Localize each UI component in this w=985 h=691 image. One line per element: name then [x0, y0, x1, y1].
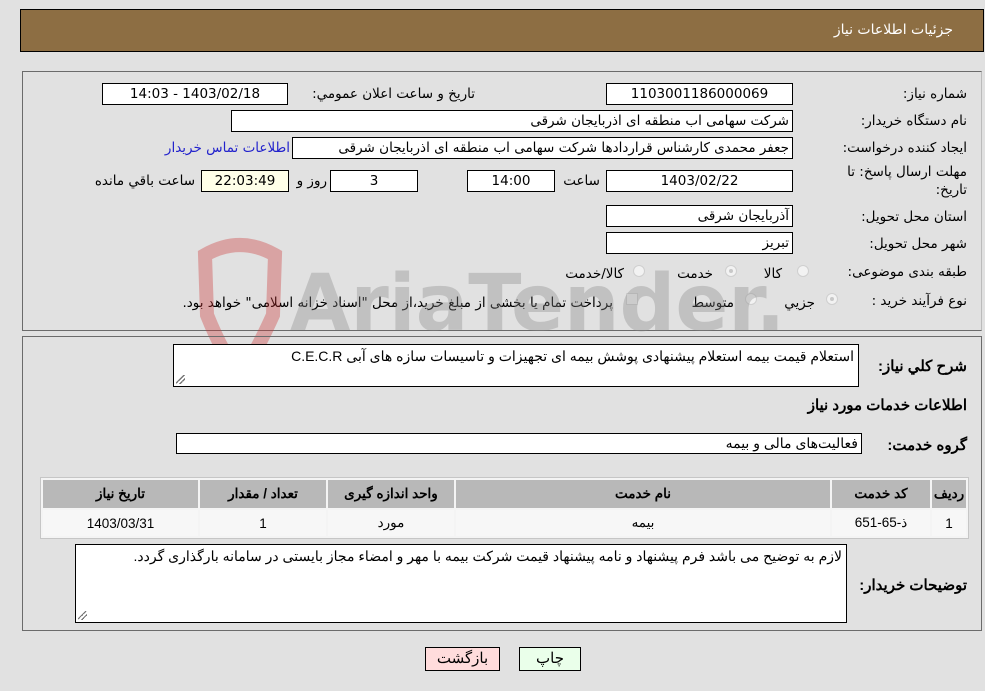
- service-group-label: گروه خدمت:: [887, 437, 967, 454]
- print-button[interactable]: چاپ: [519, 647, 581, 671]
- purchase-type-option-medium: متوسط: [691, 295, 734, 311]
- buyer-org-label: نام دستگاه خريدار:: [860, 113, 967, 129]
- resize-grip-icon[interactable]: [78, 611, 87, 620]
- resize-grip-icon[interactable]: [176, 375, 185, 384]
- buyer-contact-link[interactable]: اطلاعات تماس خریدار: [165, 140, 290, 156]
- description-text: استعلام قیمت بیمه استعلام پیشنهادی پوشش …: [291, 348, 854, 364]
- deadline-label: مهلت ارسال پاسخ: تا تاریخ:: [847, 164, 967, 198]
- days-label: روز و: [296, 173, 327, 189]
- col-header-service-code: کد خدمت: [832, 480, 930, 508]
- cell-need-date: 1403/03/31: [43, 510, 198, 536]
- buyer-notes-textarea[interactable]: لازم به توضیح می باشد فرم پیشنهاد و نامه…: [75, 544, 847, 623]
- time-remaining-field: 22:03:49: [201, 170, 289, 192]
- category-option-goods-service: کالا/خدمت: [565, 266, 624, 282]
- purchase-type-radio-medium[interactable]: [745, 293, 757, 305]
- deadline-time-field[interactable]: 14:00: [467, 170, 555, 192]
- description-textarea[interactable]: استعلام قیمت بیمه استعلام پیشنهادی پوشش …: [173, 344, 859, 387]
- buyer-notes-label: توضیحات خریدار:: [859, 577, 967, 594]
- col-header-unit: واحد اندازه گيری: [328, 480, 454, 508]
- time-remaining-label: ساعت باقي مانده: [94, 173, 195, 189]
- buyer-notes-text: لازم به توضیح می باشد فرم پیشنهاد و نامه…: [133, 548, 842, 564]
- category-radio-goods[interactable]: [797, 265, 809, 277]
- deadline-time-label: ساعت: [563, 173, 600, 189]
- purchase-type-option-minor: جزيي: [784, 295, 815, 311]
- need-number-field[interactable]: 1103001186000069: [606, 83, 793, 105]
- page-title: جزئیات اطلاعات نیاز: [833, 22, 953, 38]
- purchase-type-radio-minor[interactable]: [826, 293, 838, 305]
- need-number-label: شماره نیاز:: [902, 86, 967, 102]
- days-remaining-field: 3: [330, 170, 418, 192]
- col-header-service-name: نام خدمت: [456, 480, 830, 508]
- announce-datetime-field[interactable]: 1403/02/18 - 14:03: [102, 83, 288, 105]
- col-header-quantity: تعداد / مقدار: [200, 480, 326, 508]
- province-field[interactable]: آذربایجان شرقی: [606, 205, 793, 227]
- treasury-checkbox[interactable]: [626, 293, 638, 305]
- services-table-header: رديف کد خدمت نام خدمت واحد اندازه گيری ت…: [43, 480, 966, 508]
- col-header-need-date: تاريخ نياز: [43, 480, 198, 508]
- cell-quantity: 1: [200, 510, 326, 536]
- city-field[interactable]: تبریز: [606, 232, 793, 254]
- category-radio-service[interactable]: [725, 265, 737, 277]
- deadline-date-field[interactable]: 1403/02/22: [606, 170, 793, 192]
- requester-label: ایجاد کننده درخواست:: [842, 140, 967, 156]
- category-option-goods: کالا: [763, 266, 782, 282]
- page-header: جزئیات اطلاعات نیاز: [20, 9, 984, 52]
- col-header-row: رديف: [932, 480, 966, 508]
- purchase-type-label: نوع فرآیند خرید :: [871, 293, 967, 309]
- service-group-field[interactable]: فعالیت‌های مالی و بیمه: [176, 433, 862, 454]
- requester-field[interactable]: جعفر محمدی کارشناس قراردادها شرکت سهامی …: [292, 137, 793, 159]
- category-radio-goods-service[interactable]: [633, 265, 645, 277]
- category-option-service: خدمت: [677, 266, 713, 282]
- treasury-note: پرداخت تمام یا بخشی از مبلغ خرید،از محل …: [182, 295, 613, 311]
- cell-unit: مورد: [328, 510, 454, 536]
- buyer-org-field[interactable]: شرکت سهامی اب منطقه ای اذربایجان شرقی: [231, 110, 793, 132]
- announce-datetime-label: تاریخ و ساعت اعلان عمومي:: [312, 86, 475, 102]
- province-label: استان محل تحویل:: [861, 209, 967, 225]
- cell-row-number: 1: [932, 510, 966, 536]
- services-table: رديف کد خدمت نام خدمت واحد اندازه گيری ت…: [40, 477, 969, 539]
- cell-service-name: بیمه: [456, 510, 830, 536]
- category-label: طبقه بندی موضوعی:: [847, 264, 967, 280]
- back-button[interactable]: بازگشت: [425, 647, 500, 671]
- description-label: شرح کلي نياز:: [878, 358, 967, 375]
- cell-service-code: ذ-65-651: [832, 510, 930, 536]
- services-section-title: اطلاعات خدمات مورد نياز: [807, 397, 967, 414]
- table-row: 1 ذ-65-651 بیمه مورد 1 1403/03/31: [43, 510, 966, 536]
- city-label: شهر محل تحویل:: [869, 236, 967, 252]
